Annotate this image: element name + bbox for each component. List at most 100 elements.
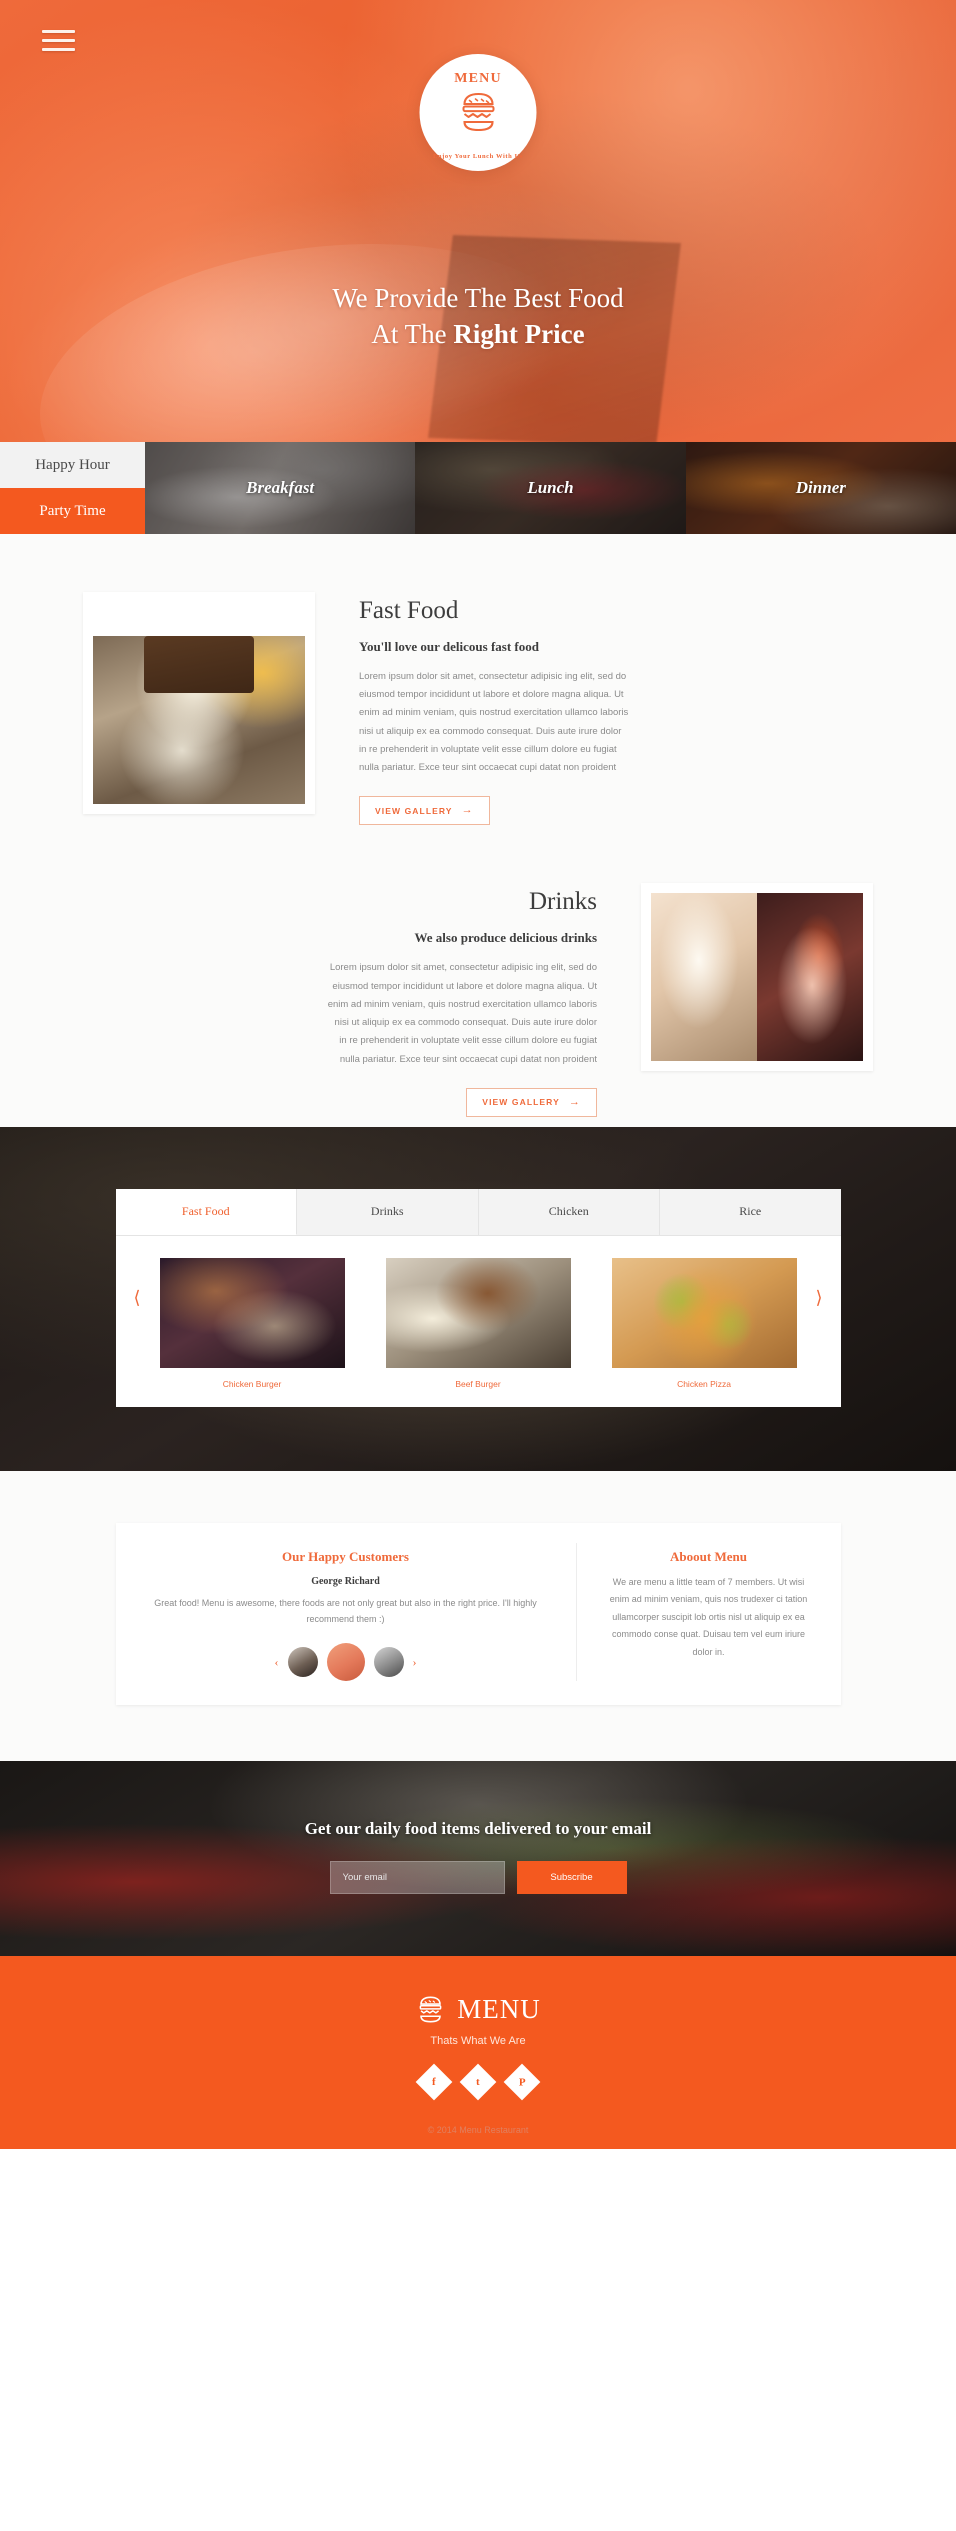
avatar[interactable]	[373, 1647, 404, 1678]
meal-tab-lunch[interactable]: Lunch	[415, 442, 686, 534]
gallery-section: Fast Food Drinks Chicken Rice Chicken Bu…	[0, 1127, 956, 1471]
chicken-pizza-photo	[611, 1257, 797, 1368]
drinks-body: Lorem ipsum dolor sit amet, consectetur …	[327, 962, 597, 1065]
meal-tab-breakfast[interactable]: Breakfast	[145, 442, 416, 534]
cocktail-glasses-photo	[651, 893, 863, 1062]
fast-food-photo-card	[83, 592, 315, 814]
testimonials-panel: Our Happy Customers George Richard Great…	[116, 1543, 576, 1682]
subscribe-section: Get our daily food items delivered to yo…	[0, 1761, 956, 1956]
about-panel: Aboout Menu We are menu a little team of…	[575, 1542, 841, 1682]
drinks-title: Drinks	[528, 888, 597, 916]
gallery-tab-rice[interactable]: Rice	[660, 1188, 841, 1235]
hamburger-menu-icon[interactable]	[42, 30, 75, 52]
social-proof-card: Our Happy Customers George Richard Great…	[115, 1522, 841, 1706]
logo-arc-text: Enjoy Your Lunch With Us	[432, 153, 524, 160]
drinks-block: Drinks We also produce delicious drinks …	[83, 883, 873, 1117]
fast-food-body: Lorem ipsum dolor sit amet, consectetur …	[359, 671, 629, 774]
drinks-subtitle: We also produce delicious drinks	[414, 930, 597, 946]
gallery-tab-drinks[interactable]: Drinks	[297, 1188, 479, 1235]
features-spacer	[0, 825, 956, 883]
gallery-tab-chicken[interactable]: Chicken	[478, 1188, 660, 1235]
drink-photo-left	[651, 893, 757, 1062]
email-field[interactable]	[329, 1861, 505, 1895]
hamburger-bar	[42, 30, 75, 33]
hero-section: MENU Enjoy Your Lunch With Us We Provide…	[0, 0, 956, 442]
gallery-item[interactable]: Beef Burger	[385, 1257, 571, 1389]
gallery-item-caption: Chicken Burger	[222, 1378, 282, 1389]
drinks-cta-label: VIEW GALLERY	[482, 1097, 560, 1108]
twitter-icon[interactable]: t	[459, 2063, 497, 2101]
footer-socials: f t P	[0, 2063, 956, 2101]
pinterest-glyph: P	[518, 2076, 526, 2089]
fast-food-subtitle: You'll love our delicous fast food	[359, 639, 539, 654]
pinterest-icon[interactable]: P	[503, 2063, 541, 2101]
fast-food-title: Fast Food	[359, 597, 459, 624]
hero-headline: We Provide The Best Food At The Right Pr…	[0, 280, 956, 352]
twitter-glyph: t	[476, 2076, 480, 2089]
hero-headline-prefix: At The	[371, 319, 454, 350]
drinks-view-gallery-button[interactable]: VIEW GALLERY →	[466, 1087, 597, 1117]
gallery-item[interactable]: Chicken Burger	[159, 1257, 345, 1389]
about-title: Aboout Menu	[670, 1548, 747, 1564]
beef-burger-photo	[385, 1257, 571, 1368]
cake-shape	[143, 635, 255, 694]
chevron-left-icon[interactable]: ⟨	[134, 1287, 141, 1308]
fast-food-text: Fast Food You'll love our delicous fast …	[359, 592, 629, 826]
meal-tab-party-time[interactable]: Party Time	[0, 488, 145, 534]
hamburger-bar	[42, 39, 75, 42]
gallery-tabs: Fast Food Drinks Chicken Rice	[115, 1188, 841, 1236]
arrow-right-icon: →	[568, 1095, 581, 1108]
drink-photo-right	[757, 893, 863, 1062]
footer-tagline: Thats What We Are	[430, 2035, 526, 2048]
logo-badge[interactable]: MENU Enjoy Your Lunch With Us	[419, 54, 537, 171]
chevron-right-icon[interactable]: ›	[413, 1655, 417, 1670]
drinks-photo-card	[641, 883, 873, 1072]
hero-headline-line1: We Provide The Best Food	[332, 283, 624, 313]
subscribe-button[interactable]: Subscribe	[516, 1861, 627, 1895]
testimonials-title: Our Happy Customers	[282, 1548, 409, 1564]
testimonial-quote: Great food! Menu is awesome, there foods…	[154, 1597, 537, 1625]
meal-tab-lunch-label: Lunch	[527, 478, 574, 497]
dessert-plate-photo	[93, 635, 305, 804]
logo-title: MENU	[454, 71, 502, 86]
meal-tab-happy-hour[interactable]: Happy Hour	[0, 442, 145, 488]
subscribe-title: Get our daily food items delivered to yo…	[304, 1819, 652, 1839]
arrow-right-icon: →	[461, 804, 474, 817]
facebook-icon[interactable]: f	[415, 2063, 453, 2101]
meal-tab-breakfast-label: Breakfast	[246, 478, 315, 497]
meal-tab-dinner[interactable]: Dinner	[685, 442, 956, 534]
fast-food-block: Fast Food You'll love our delicous fast …	[83, 592, 873, 826]
page-root: MENU Enjoy Your Lunch With Us We Provide…	[0, 0, 956, 2150]
footer: MENU Thats What We Are f t P © 2014 Menu…	[0, 1956, 956, 2150]
meal-side-tabs: Happy Hour Party Time	[0, 442, 145, 534]
testimonial-avatars: ‹ ›	[150, 1643, 542, 1682]
footer-logo-text: MENU	[457, 1994, 541, 2025]
hero-headline-strong: Right Price	[453, 319, 585, 350]
avatar-active[interactable]	[326, 1643, 365, 1682]
hero-headline-line2: At The Right Price	[0, 316, 956, 352]
gallery-body: Chicken Burger Beef Burger Chicken Pizza	[116, 1236, 841, 1407]
meal-tab-dinner-label: Dinner	[795, 478, 846, 497]
testimonial-author: George Richard	[311, 1575, 380, 1587]
gallery-item-caption: Beef Burger	[455, 1378, 501, 1389]
drinks-text: Drinks We also produce delicious drinks …	[327, 883, 597, 1117]
fast-food-cta-label: VIEW GALLERY	[375, 805, 453, 816]
avatar[interactable]	[287, 1647, 318, 1678]
footer-logo[interactable]: MENU	[0, 1994, 956, 2025]
chicken-burger-photo	[159, 1257, 345, 1368]
fast-food-view-gallery-button[interactable]: VIEW GALLERY →	[359, 796, 490, 826]
social-proof-section: Our Happy Customers George Richard Great…	[0, 1470, 956, 1762]
facebook-glyph: f	[432, 2076, 436, 2089]
gallery-card: Fast Food Drinks Chicken Rice Chicken Bu…	[115, 1188, 841, 1407]
burger-icon	[419, 1996, 442, 2023]
gallery-item[interactable]: Chicken Pizza	[611, 1257, 797, 1389]
chevron-left-icon[interactable]: ‹	[275, 1655, 279, 1670]
gallery-item-caption: Chicken Pizza	[677, 1378, 731, 1389]
hamburger-bar	[42, 48, 75, 51]
subscribe-form: Subscribe	[0, 1861, 956, 1895]
gallery-tab-fast-food[interactable]: Fast Food	[115, 1188, 297, 1235]
features-section: Fast Food You'll love our delicous fast …	[0, 534, 956, 1127]
footer-copyright: © 2014 Menu Restaurant	[427, 2125, 529, 2136]
chevron-right-icon[interactable]: ⟩	[815, 1287, 822, 1308]
gallery-items: Chicken Burger Beef Burger Chicken Pizza	[159, 1257, 797, 1389]
